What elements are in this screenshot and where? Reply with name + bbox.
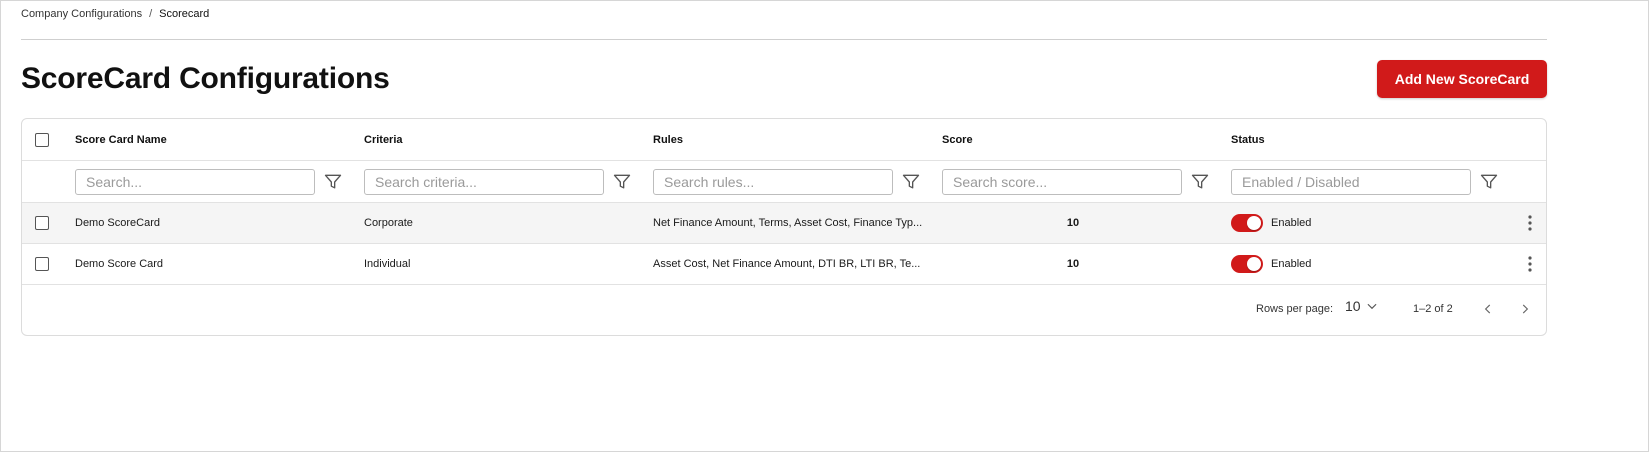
status-search-input[interactable] [1231, 168, 1471, 195]
chevron-left-icon [1484, 304, 1491, 314]
chevron-down-icon [1367, 303, 1377, 310]
page-title: ScoreCard Configurations [21, 62, 390, 95]
select-all-checkbox[interactable] [35, 132, 49, 147]
name-search-input[interactable] [75, 168, 315, 195]
pagination-range: 1–2 of 2 [1413, 303, 1453, 315]
rows-per-page-select[interactable]: 10 [1345, 298, 1379, 314]
row-select-cell [35, 244, 49, 284]
select-all-cell [35, 119, 49, 160]
table-filter-row [22, 161, 1546, 203]
criteria-search-input[interactable] [364, 168, 604, 195]
breadcrumb-current: Scorecard [159, 8, 210, 20]
rules-search-input[interactable] [653, 168, 893, 195]
status-toggle[interactable] [1231, 255, 1263, 273]
chevron-right-icon [1522, 304, 1529, 314]
next-page-button[interactable] [1515, 299, 1535, 319]
toggle-knob [1247, 257, 1261, 271]
filter-cell-criteria [364, 161, 632, 202]
score-search-input[interactable] [942, 168, 1182, 195]
row-checkbox[interactable] [35, 216, 49, 230]
row-criteria: Individual [364, 258, 411, 270]
filter-icon[interactable] [1479, 172, 1499, 192]
pagination-bar: Rows per page: 10 1–2 of 2 [22, 285, 1546, 335]
status-label: Enabled [1271, 258, 1312, 270]
scorecard-table: Score Card Name Criteria Rules Score Sta… [21, 118, 1547, 336]
column-header-criteria[interactable]: Criteria [364, 119, 403, 160]
column-header-name[interactable]: Score Card Name [75, 119, 167, 160]
row-score: 10 [1066, 258, 1080, 270]
column-header-status[interactable]: Status [1231, 119, 1265, 160]
row-checkbox[interactable] [35, 257, 49, 271]
header-divider [21, 39, 1547, 40]
column-header-rules[interactable]: Rules [653, 119, 683, 160]
breadcrumb-separator: / [149, 8, 153, 20]
row-rules: Asset Cost, Net Finance Amount, DTI BR, … [653, 258, 921, 270]
status-toggle[interactable] [1231, 214, 1263, 232]
row-score: 10 [1066, 217, 1080, 229]
row-name: Demo Score Card [75, 258, 164, 270]
row-criteria: Corporate [364, 217, 413, 229]
filter-icon[interactable] [612, 172, 632, 192]
status-label: Enabled [1271, 217, 1312, 229]
filter-icon[interactable] [323, 172, 343, 192]
toggle-knob [1247, 216, 1261, 230]
breadcrumb-parent[interactable]: Company Configurations [21, 8, 142, 20]
table-row[interactable]: Demo ScoreCard Corporate Net Finance Amo… [22, 203, 1546, 244]
table-header-row: Score Card Name Criteria Rules Score Sta… [22, 119, 1546, 161]
more-vertical-icon[interactable] [1518, 244, 1542, 284]
rows-per-page-value: 10 [1345, 298, 1361, 314]
filter-cell-rules [653, 161, 921, 202]
row-select-cell [35, 203, 49, 243]
row-name: Demo ScoreCard [75, 217, 160, 229]
filter-cell-score [942, 161, 1210, 202]
add-scorecard-button[interactable]: Add New ScoreCard [1377, 60, 1547, 98]
previous-page-button[interactable] [1478, 299, 1498, 319]
filter-cell-status [1231, 161, 1499, 202]
filter-icon[interactable] [1190, 172, 1210, 192]
rows-per-page-label: Rows per page: [1256, 303, 1334, 315]
table-row[interactable]: Demo Score Card Individual Asset Cost, N… [22, 244, 1546, 285]
filter-cell-name [75, 161, 343, 202]
breadcrumb: Company Configurations / Scorecard [21, 8, 209, 20]
filter-icon[interactable] [901, 172, 921, 192]
column-header-score[interactable]: Score [942, 119, 973, 160]
more-vertical-icon[interactable] [1518, 203, 1542, 243]
row-rules: Net Finance Amount, Terms, Asset Cost, F… [653, 217, 923, 229]
row-status: Enabled [1231, 244, 1311, 284]
row-status: Enabled [1231, 203, 1311, 243]
